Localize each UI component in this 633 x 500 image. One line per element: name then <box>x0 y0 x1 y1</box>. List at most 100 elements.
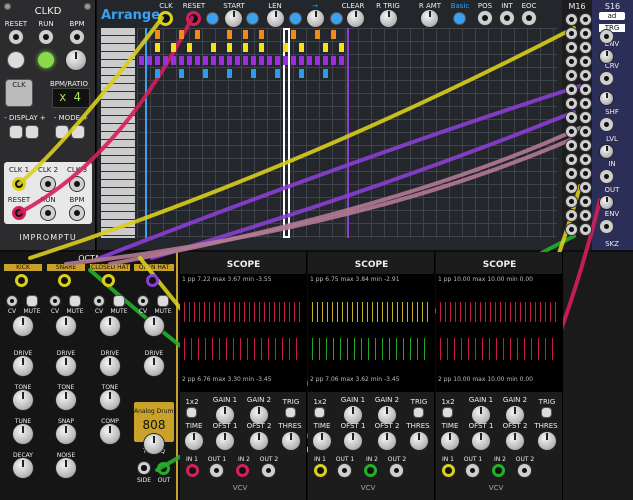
time-knob[interactable] <box>313 432 331 450</box>
out1-jack[interactable] <box>466 464 479 477</box>
grid-note[interactable] <box>179 69 184 78</box>
s16-knob[interactable] <box>600 50 613 63</box>
m16-jack[interactable] <box>566 28 577 39</box>
grid-note[interactable] <box>243 56 248 65</box>
run-output[interactable] <box>41 206 55 220</box>
bpm-output[interactable] <box>70 206 84 220</box>
octa-output[interactable] <box>157 462 170 475</box>
trig-button[interactable] <box>542 408 551 417</box>
thres-knob[interactable] <box>282 432 300 450</box>
grid-note[interactable] <box>331 56 336 65</box>
cv-input[interactable] <box>94 296 104 306</box>
x2-button[interactable] <box>443 408 452 417</box>
eoc-output[interactable] <box>522 11 536 25</box>
grid-note[interactable] <box>259 43 264 52</box>
trig-button[interactable] <box>414 408 423 417</box>
grid-note[interactable] <box>259 30 264 39</box>
mute-button[interactable] <box>70 296 80 306</box>
m16-jack[interactable] <box>566 140 577 151</box>
grid-note[interactable] <box>227 30 232 39</box>
grid-note[interactable] <box>307 56 312 65</box>
grid-note[interactable] <box>235 56 240 65</box>
grid-note[interactable] <box>323 56 328 65</box>
in2-jack[interactable] <box>236 464 249 477</box>
trigger-input[interactable] <box>58 274 71 287</box>
param-knob[interactable] <box>56 424 76 444</box>
param-knob[interactable] <box>100 424 120 444</box>
in2-jack[interactable] <box>492 464 505 477</box>
grid-note[interactable] <box>187 43 192 52</box>
cv-input[interactable] <box>138 296 148 306</box>
trig-button[interactable] <box>286 408 295 417</box>
grid-note[interactable] <box>299 69 304 78</box>
grid-note[interactable] <box>299 56 304 65</box>
m16-jack[interactable] <box>580 98 591 109</box>
grid-note[interactable] <box>139 56 144 65</box>
level-knob[interactable] <box>56 316 76 336</box>
clk1-output[interactable] <box>12 177 26 191</box>
m16-jack[interactable] <box>566 168 577 179</box>
m16-jack[interactable] <box>580 112 591 123</box>
grid-note[interactable] <box>291 30 296 39</box>
m16-jack[interactable] <box>580 28 591 39</box>
grid-note[interactable] <box>275 69 280 78</box>
m16-jack[interactable] <box>580 182 591 193</box>
m16-jack[interactable] <box>580 84 591 95</box>
basic-button[interactable] <box>454 13 465 24</box>
m16-jack[interactable] <box>566 112 577 123</box>
len-knob[interactable] <box>267 10 284 27</box>
ofst2-knob[interactable] <box>378 432 396 450</box>
clear-button[interactable] <box>331 13 342 24</box>
in2-jack[interactable] <box>364 464 377 477</box>
param-knob[interactable] <box>56 458 76 478</box>
display-minus[interactable] <box>10 126 22 138</box>
grid-note[interactable] <box>155 43 160 52</box>
grid-note[interactable] <box>323 43 328 52</box>
m16-jack[interactable] <box>580 56 591 67</box>
grid-note[interactable] <box>251 56 256 65</box>
pos-output[interactable] <box>478 11 492 25</box>
m16-jack[interactable] <box>566 196 577 207</box>
x2-button[interactable] <box>315 408 324 417</box>
out2-jack[interactable] <box>390 464 403 477</box>
s16-knob[interactable] <box>600 145 613 158</box>
arrange-clk-input[interactable] <box>158 11 173 26</box>
clear-knob[interactable] <box>347 10 364 27</box>
drive-knob[interactable] <box>13 356 33 376</box>
out2-jack[interactable] <box>518 464 531 477</box>
grid-note[interactable] <box>211 43 216 52</box>
m16-jack[interactable] <box>580 224 591 235</box>
ofst2-knob[interactable] <box>506 432 524 450</box>
thres-knob[interactable] <box>538 432 556 450</box>
m16-jack[interactable] <box>580 14 591 25</box>
m16-jack[interactable] <box>580 210 591 221</box>
tone-knob[interactable] <box>13 390 33 410</box>
grid-note[interactable] <box>251 69 256 78</box>
m16-jack[interactable] <box>566 210 577 221</box>
m16-jack[interactable] <box>580 42 591 53</box>
trigger-input[interactable] <box>146 274 159 287</box>
tone-knob[interactable] <box>100 390 120 410</box>
in1-jack[interactable] <box>186 464 199 477</box>
grid-note[interactable] <box>179 56 184 65</box>
m16-jack[interactable] <box>566 56 577 67</box>
m16-jack[interactable] <box>566 126 577 137</box>
len-button[interactable] <box>290 13 301 24</box>
s16-knob[interactable] <box>600 92 613 105</box>
time-knob[interactable] <box>441 432 459 450</box>
out1-jack[interactable] <box>210 464 223 477</box>
reset-output[interactable] <box>12 206 26 220</box>
ofst2-knob[interactable] <box>250 432 268 450</box>
grid-note[interactable] <box>283 43 288 52</box>
level-knob[interactable] <box>13 316 33 336</box>
arrange-reset-input[interactable] <box>186 11 201 26</box>
m16-jack[interactable] <box>566 14 577 25</box>
mode-minus[interactable] <box>56 126 68 138</box>
grid-note[interactable] <box>323 69 328 78</box>
grid-note[interactable] <box>315 56 320 65</box>
ofst1-knob[interactable] <box>344 432 362 450</box>
grid-note[interactable] <box>163 56 168 65</box>
ofst1-knob[interactable] <box>472 432 490 450</box>
grid-note[interactable] <box>339 43 344 52</box>
ramt-knob[interactable] <box>421 10 438 27</box>
